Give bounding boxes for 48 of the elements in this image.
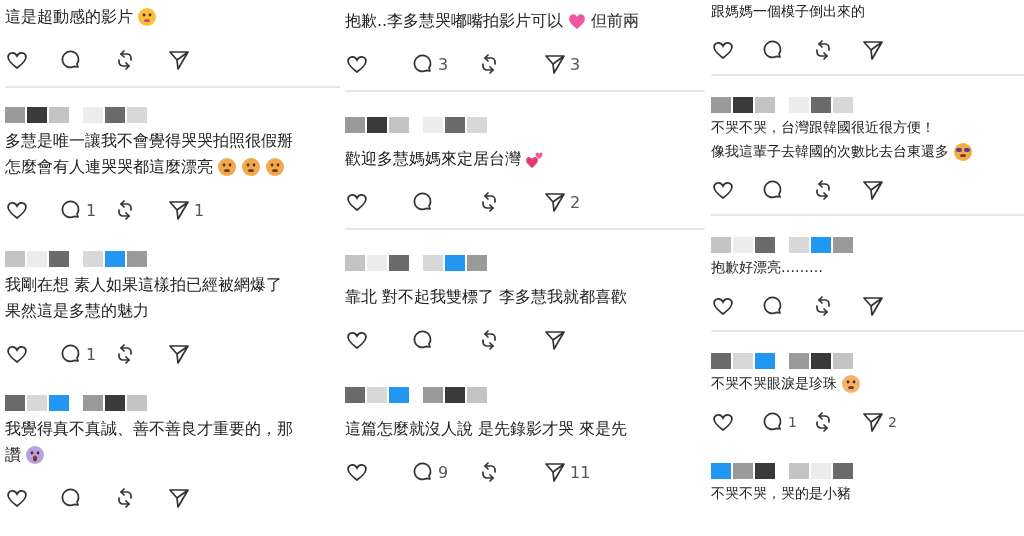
drool-emoji-icon [241, 157, 261, 177]
comment-text: 像我這輩子去韓國的次數比去台東還多 [711, 143, 949, 161]
comment-text: 怎麼會有人連哭哭都這麼漂亮 [5, 156, 213, 178]
comment-text: 讚 [5, 444, 21, 466]
share-count: 11 [570, 462, 591, 482]
comment-text: 多慧是唯一讓我不會覺得哭哭拍照很假掰 [5, 130, 293, 152]
comment-text: 跟媽媽一個模子倒出來的 [711, 3, 865, 21]
comment-text: 抱歉..李多慧哭嘟嘴拍影片可以 [345, 10, 564, 32]
send-icon[interactable] [861, 178, 885, 202]
scream-emoji-icon [25, 445, 45, 465]
share-count: 1 [194, 200, 205, 220]
send-icon[interactable] [543, 460, 567, 484]
comment-text: 不哭不哭眼淚是珍珠 [711, 375, 837, 393]
send-icon[interactable] [861, 410, 885, 434]
share-count: 2 [888, 414, 897, 430]
comment-text: 但前兩 [591, 10, 640, 32]
comment-text: 抱歉好漂亮……… [711, 259, 823, 277]
comment-count: 9 [438, 462, 449, 482]
comment-count: 1 [86, 344, 97, 364]
send-icon[interactable] [167, 342, 191, 366]
share-count: 2 [570, 192, 581, 212]
send-icon[interactable] [861, 294, 885, 318]
comment-count: 1 [86, 200, 97, 220]
comment-text: 這篇怎麼就沒人說 是先錄影才哭 來是先 [345, 418, 628, 440]
send-icon[interactable] [543, 328, 567, 352]
comment-text: 我覺得真不真誠、善不善良才重要的，那 [5, 418, 293, 440]
share-count: 3 [570, 54, 581, 74]
send-icon[interactable] [543, 52, 567, 76]
comment-count: 3 [438, 54, 449, 74]
comment-text: 我剛在想 素人如果這樣拍已經被網爆了 [5, 274, 283, 296]
send-icon[interactable] [167, 486, 191, 510]
send-icon[interactable] [543, 190, 567, 214]
tears-emoji-icon [137, 7, 157, 27]
heart-emoji-icon [567, 11, 588, 31]
drool-emoji-icon [265, 157, 285, 177]
send-icon[interactable] [861, 38, 885, 62]
send-icon[interactable] [167, 48, 191, 72]
comment-text: 歡迎多慧媽媽來定居台灣 [345, 148, 521, 170]
comment-text: 不哭不哭，台灣跟韓國很近很方便！ [711, 119, 935, 137]
comment-text: 不哭不哭，哭的是小豬 [711, 485, 851, 503]
pleading-emoji-icon [841, 374, 861, 394]
comment-text: 這是超動感的影片 [5, 6, 133, 28]
drool-emoji-icon [217, 157, 237, 177]
send-icon[interactable] [167, 198, 191, 222]
comment-count: 1 [788, 414, 797, 430]
comment-text: 靠北 對不起我雙標了 李多慧我就都喜歡 [345, 286, 628, 308]
comment-text: 果然這是多慧的魅力 [5, 300, 149, 322]
sunglasses-emoji-icon [953, 142, 973, 162]
